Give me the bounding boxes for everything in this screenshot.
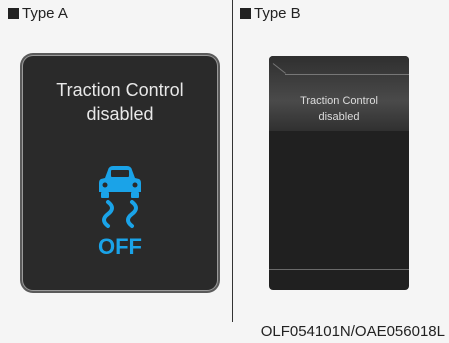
square-bullet-icon <box>8 8 19 19</box>
figure-caption: OLF054101N/OAE056018L <box>260 323 445 340</box>
type-b-frame-line-top <box>285 74 409 75</box>
traction-off-text: OFF <box>98 234 142 259</box>
type-a-label-text: Type A <box>22 5 68 22</box>
type-a-display: Traction Control disabled OFF <box>23 56 217 290</box>
type-b-message-line2: disabled <box>318 111 360 123</box>
type-a-message-line1: Traction Control <box>56 80 184 100</box>
type-b-label: Type B <box>240 5 301 22</box>
square-bullet-icon <box>240 8 251 19</box>
type-a-message-line2: disabled <box>86 104 154 124</box>
type-b-frame-line-bottom <box>269 269 409 270</box>
type-a-label: Type A <box>8 5 68 22</box>
type-a-message: Traction Control disabled <box>23 78 217 126</box>
type-b-message-line1: Traction Control <box>300 95 378 107</box>
type-b-message: Traction Control disabled <box>269 93 409 125</box>
traction-control-off-icon: OFF <box>98 166 142 259</box>
type-b-label-text: Type B <box>254 5 301 22</box>
vertical-divider <box>232 0 233 322</box>
type-b-display: Traction Control disabled <box>269 56 409 290</box>
